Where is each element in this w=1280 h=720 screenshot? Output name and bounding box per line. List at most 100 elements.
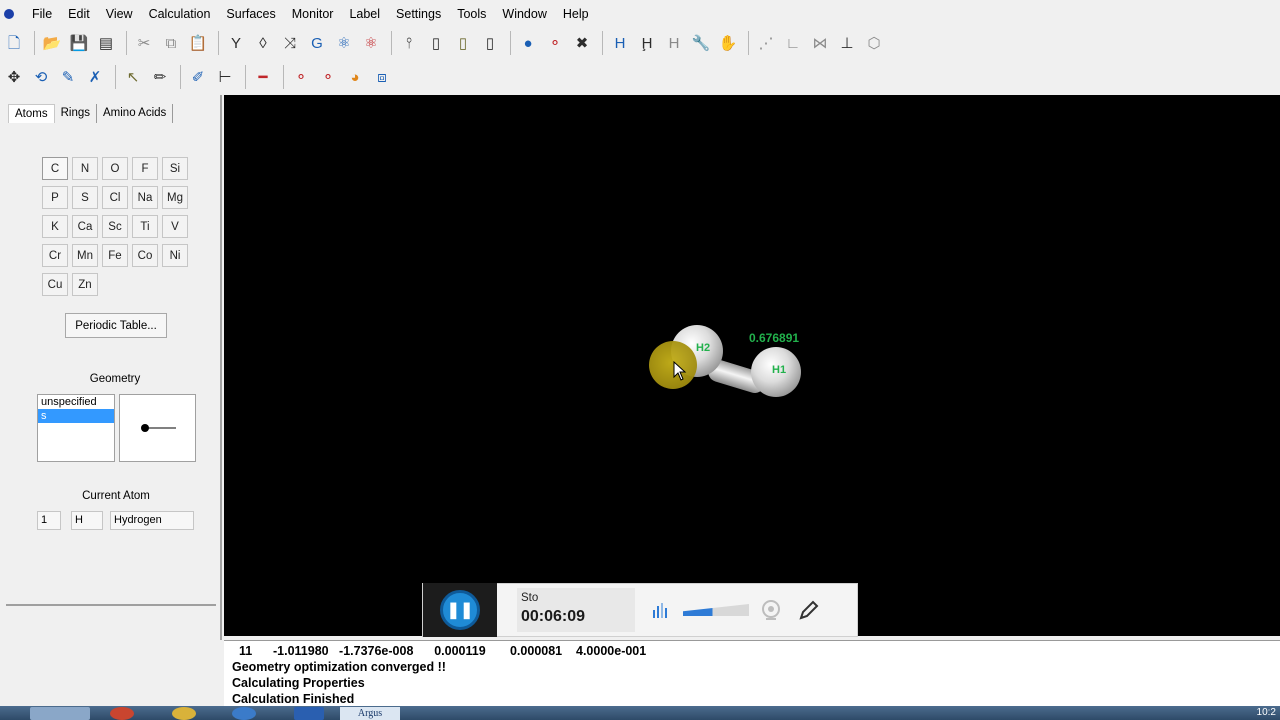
- menu-monitor[interactable]: Monitor: [284, 0, 342, 28]
- element-button-k[interactable]: K: [42, 215, 68, 238]
- select-arrow-icon[interactable]: ↖: [121, 65, 145, 89]
- rotate-c-icon[interactable]: G: [305, 31, 329, 55]
- geometry-option[interactable]: s: [38, 409, 114, 423]
- menu-edit[interactable]: Edit: [60, 0, 98, 28]
- geometry-option[interactable]: unspecified: [38, 395, 114, 409]
- element-button-ti[interactable]: Ti: [132, 215, 158, 238]
- save-icon[interactable]: 💾: [67, 31, 91, 55]
- menu-label[interactable]: Label: [341, 0, 388, 28]
- draw-edit-icon[interactable]: ✐: [186, 65, 210, 89]
- hand-icon[interactable]: ✋: [716, 31, 740, 55]
- element-button-co[interactable]: Co: [132, 244, 158, 267]
- menu-settings[interactable]: Settings: [388, 0, 449, 28]
- menu-surfaces[interactable]: Surfaces: [218, 0, 283, 28]
- bond-single-icon[interactable]: ⫯: [397, 31, 421, 55]
- element-button-c[interactable]: C: [42, 157, 68, 180]
- toolbar-separator: [180, 65, 181, 89]
- audio-levels-icon[interactable]: [647, 596, 675, 624]
- menu-view[interactable]: View: [98, 0, 141, 28]
- wrench-icon[interactable]: 🔧: [689, 31, 713, 55]
- element-button-s[interactable]: S: [72, 186, 98, 209]
- tab-amino-acids[interactable]: Amino Acids: [97, 104, 174, 123]
- density-icon[interactable]: ⚛: [359, 31, 383, 55]
- volume-slider[interactable]: [683, 600, 749, 620]
- element-button-v[interactable]: V: [162, 215, 188, 238]
- bond-double-icon[interactable]: ▯: [424, 31, 448, 55]
- bond-triple-icon[interactable]: ▯: [451, 31, 475, 55]
- symmetry-icon[interactable]: ⤨: [278, 31, 302, 55]
- element-button-n[interactable]: N: [72, 157, 98, 180]
- webcam-icon[interactable]: [757, 596, 785, 624]
- atom-red-icon[interactable]: ⚬: [289, 65, 313, 89]
- pencil-icon[interactable]: ✏: [148, 65, 172, 89]
- ring-measure-icon[interactable]: ⬡: [862, 31, 886, 55]
- measure-dihedral-icon[interactable]: ⋈: [808, 31, 832, 55]
- hydrogen-h-icon[interactable]: H: [608, 31, 632, 55]
- paste-icon[interactable]: 📋: [186, 31, 210, 55]
- delete-bond-icon[interactable]: ✗: [83, 65, 107, 89]
- cut-icon[interactable]: ✂: [132, 31, 156, 55]
- move-icon[interactable]: ✥: [2, 65, 26, 89]
- periodic-table-button[interactable]: Periodic Table...: [65, 313, 167, 338]
- menu-tools[interactable]: Tools: [449, 0, 494, 28]
- atom-pair-blue-icon[interactable]: ⚬: [316, 65, 340, 89]
- orbital-icon[interactable]: ⚛: [332, 31, 356, 55]
- element-button-f[interactable]: F: [132, 157, 158, 180]
- element-button-zn[interactable]: Zn: [72, 273, 98, 296]
- taskbar-app-word[interactable]: [294, 707, 324, 720]
- menu-help[interactable]: Help: [555, 0, 597, 28]
- menu-calculation[interactable]: Calculation: [141, 0, 219, 28]
- copy-icon[interactable]: ⧉: [159, 31, 183, 55]
- taskbar-app-ie[interactable]: [232, 707, 256, 720]
- bond-aromatic-icon[interactable]: ▯: [478, 31, 502, 55]
- taskbar-app-browser[interactable]: [172, 707, 196, 720]
- element-button-mn[interactable]: Mn: [72, 244, 98, 267]
- print-icon[interactable]: ▤: [94, 31, 118, 55]
- hierarchy-icon[interactable]: ⊢: [213, 65, 237, 89]
- box-view-icon[interactable]: ⧈: [370, 65, 394, 89]
- tab-atoms[interactable]: Atoms: [8, 104, 55, 123]
- current-atom-label: Current Atom: [82, 490, 150, 502]
- molecule-viewport[interactable]: H2 H1 0.676891: [224, 95, 1280, 636]
- element-button-cr[interactable]: Cr: [42, 244, 68, 267]
- hydrogen-grey-icon[interactable]: H: [662, 31, 686, 55]
- element-button-mg[interactable]: Mg: [162, 186, 188, 209]
- rotate-icon[interactable]: ⟲: [29, 65, 53, 89]
- geometry-list[interactable]: unspecified s: [37, 394, 115, 462]
- hydrogen-edit-icon[interactable]: Ḩ: [635, 31, 659, 55]
- element-button-sc[interactable]: Sc: [102, 215, 128, 238]
- menu-window[interactable]: Window: [494, 0, 554, 28]
- axis-icon[interactable]: ⊥: [835, 31, 859, 55]
- atom-pair-icon[interactable]: ⚬: [543, 31, 567, 55]
- pause-button[interactable]: ❚❚: [440, 590, 480, 630]
- element-button-fe[interactable]: Fe: [102, 244, 128, 267]
- element-button-ni[interactable]: Ni: [162, 244, 188, 267]
- bond-line-icon[interactable]: ━: [251, 65, 275, 89]
- menu-file[interactable]: File: [24, 0, 60, 28]
- atom-ball-icon[interactable]: ●: [516, 31, 540, 55]
- clean-icon[interactable]: ◊: [251, 31, 275, 55]
- element-button-p[interactable]: P: [42, 186, 68, 209]
- tab-rings[interactable]: Rings: [55, 104, 97, 123]
- measure-distance-icon[interactable]: ⋰: [754, 31, 778, 55]
- add-hydrogens-icon[interactable]: Y: [224, 31, 248, 55]
- delete-atoms-icon[interactable]: ✖: [570, 31, 594, 55]
- element-button-o[interactable]: O: [102, 157, 128, 180]
- element-button-cu[interactable]: Cu: [42, 273, 68, 296]
- taskbar-app-chrome[interactable]: [110, 707, 134, 720]
- taskbar-app-explorer[interactable]: [30, 707, 90, 720]
- open-icon[interactable]: 📂: [40, 31, 64, 55]
- new-icon[interactable]: 🗋: [2, 31, 26, 55]
- taskbar-app-argus[interactable]: Argus: [340, 707, 400, 720]
- toolbar-separator: [126, 31, 127, 55]
- color-sphere-icon[interactable]: ◕: [343, 65, 367, 89]
- app-icon[interactable]: [4, 9, 14, 19]
- menu-bar: File Edit View Calculation Surfaces Monitor La…: [0, 0, 1280, 28]
- measure-angle-icon[interactable]: ∟: [781, 31, 805, 55]
- edit-bond-icon[interactable]: ✎: [56, 65, 80, 89]
- element-button-si[interactable]: Si: [162, 157, 188, 180]
- element-button-cl[interactable]: Cl: [102, 186, 128, 209]
- element-button-na[interactable]: Na: [132, 186, 158, 209]
- element-button-ca[interactable]: Ca: [72, 215, 98, 238]
- pen-annotate-icon[interactable]: [795, 596, 823, 624]
